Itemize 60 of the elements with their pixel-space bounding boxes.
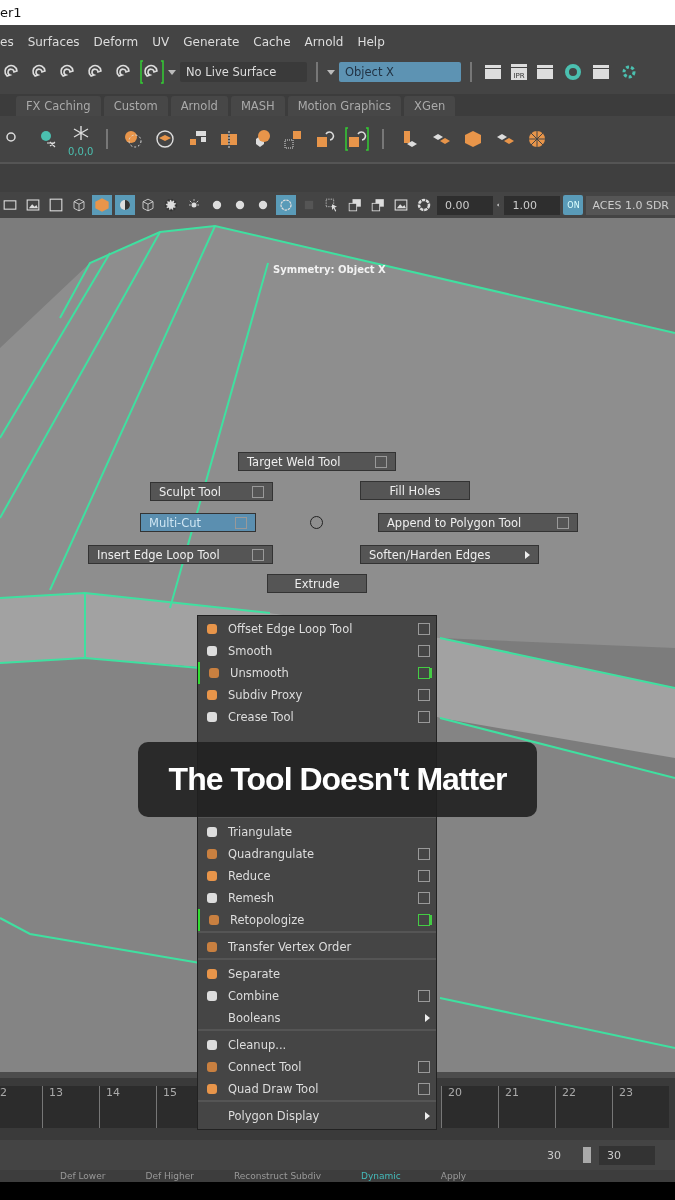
shelf-tab[interactable]: XGen: [404, 96, 456, 116]
menu-item[interactable]: Crease Tool: [198, 706, 436, 728]
menu-item[interactable]: Smooth: [198, 640, 436, 662]
symmetry-label: Symmetry: Object X: [273, 264, 386, 275]
live-surface-field[interactable]: No Live Surface: [180, 62, 307, 82]
menu-item[interactable]: Remesh: [198, 887, 436, 909]
marking-menu-item[interactable]: Target Weld Tool: [238, 452, 396, 471]
shelf-label[interactable]: Def Lower: [60, 1171, 106, 1181]
menu-bar-item[interactable]: UV: [152, 34, 170, 49]
freeze-label: 0,0,0: [68, 145, 94, 157]
shelf-label[interactable]: Def Higher: [145, 1171, 194, 1181]
shelf-tab[interactable]: Motion Graphics: [287, 96, 402, 116]
view-transform-field[interactable]: ACES 1.0 SDR: [586, 195, 675, 215]
marking-menu-item[interactable]: Extrude: [267, 574, 367, 593]
frame-number: 21: [498, 1086, 555, 1128]
shelf-tab[interactable]: FX Caching: [16, 96, 101, 116]
menu-item[interactable]: Offset Edge Loop Tool: [198, 618, 436, 640]
marking-menu-item[interactable]: Sculpt Tool: [150, 482, 273, 501]
menu-item[interactable]: Unsmooth: [198, 662, 436, 684]
menu-item[interactable]: Retopologize: [198, 909, 436, 931]
marking-menu-item[interactable]: Fill Holes: [360, 481, 470, 500]
frame-number: 22: [555, 1086, 612, 1128]
gamma-field[interactable]: 1.00: [504, 195, 561, 215]
shelf-tab[interactable]: Custom: [103, 96, 168, 116]
caption: The Tool Doesn't Matter: [138, 742, 537, 817]
menu-item[interactable]: Combine: [198, 985, 436, 1007]
marking-menu-item[interactable]: Soften/Harden Edges: [360, 545, 539, 564]
menu-bar-item[interactable]: es: [0, 34, 14, 49]
exposure-field[interactable]: 0.00: [437, 195, 493, 215]
menu-item[interactable]: Connect Tool: [198, 1056, 436, 1078]
shelf-label[interactable]: Reconstruct Subdiv: [233, 1171, 322, 1181]
frame-number: 20: [441, 1086, 498, 1128]
menu-item[interactable]: Separate: [198, 963, 436, 985]
menu-item[interactable]: Cleanup...: [198, 1034, 436, 1056]
menu-item[interactable]: Booleans: [198, 1007, 436, 1029]
frame-number: 2: [0, 1086, 42, 1128]
shelf-tab[interactable]: MASH: [230, 96, 285, 116]
marking-menu-item[interactable]: Append to Polygon Tool: [378, 513, 578, 532]
shelf-label[interactable]: Dynamic: [361, 1171, 401, 1181]
playback-end-field[interactable]: 30: [599, 1145, 655, 1165]
menu-item[interactable]: Subdiv Proxy: [198, 684, 436, 706]
menu-bar-item[interactable]: Arnold: [304, 34, 344, 49]
menu-bar-item[interactable]: Deform: [93, 34, 139, 49]
menu-bar-item[interactable]: Surfaces: [27, 34, 80, 49]
window-title: er1: [0, 5, 22, 20]
shelf-label[interactable]: Apply: [440, 1171, 467, 1181]
shelf-tab[interactable]: Arnold: [170, 96, 228, 116]
menu-item[interactable]: Quadrangulate: [198, 843, 436, 865]
menu-item[interactable]: Reduce: [198, 865, 436, 887]
menu-bar-item[interactable]: Cache: [253, 34, 291, 49]
range-end-field[interactable]: 30: [539, 1145, 575, 1165]
frame-number: 14: [99, 1086, 156, 1128]
menu-bar-item[interactable]: Generate: [183, 34, 240, 49]
menu-item[interactable]: Triangulate: [198, 821, 436, 843]
frame-number: 23: [612, 1086, 669, 1128]
menu-bar-item[interactable]: Help: [357, 34, 385, 49]
symmetry-field[interactable]: Object X: [339, 62, 461, 82]
marking-menu-item[interactable]: Insert Edge Loop Tool: [88, 545, 273, 564]
menu-item[interactable]: Transfer Vertex Order: [198, 936, 436, 958]
frame-number: 13: [42, 1086, 99, 1128]
